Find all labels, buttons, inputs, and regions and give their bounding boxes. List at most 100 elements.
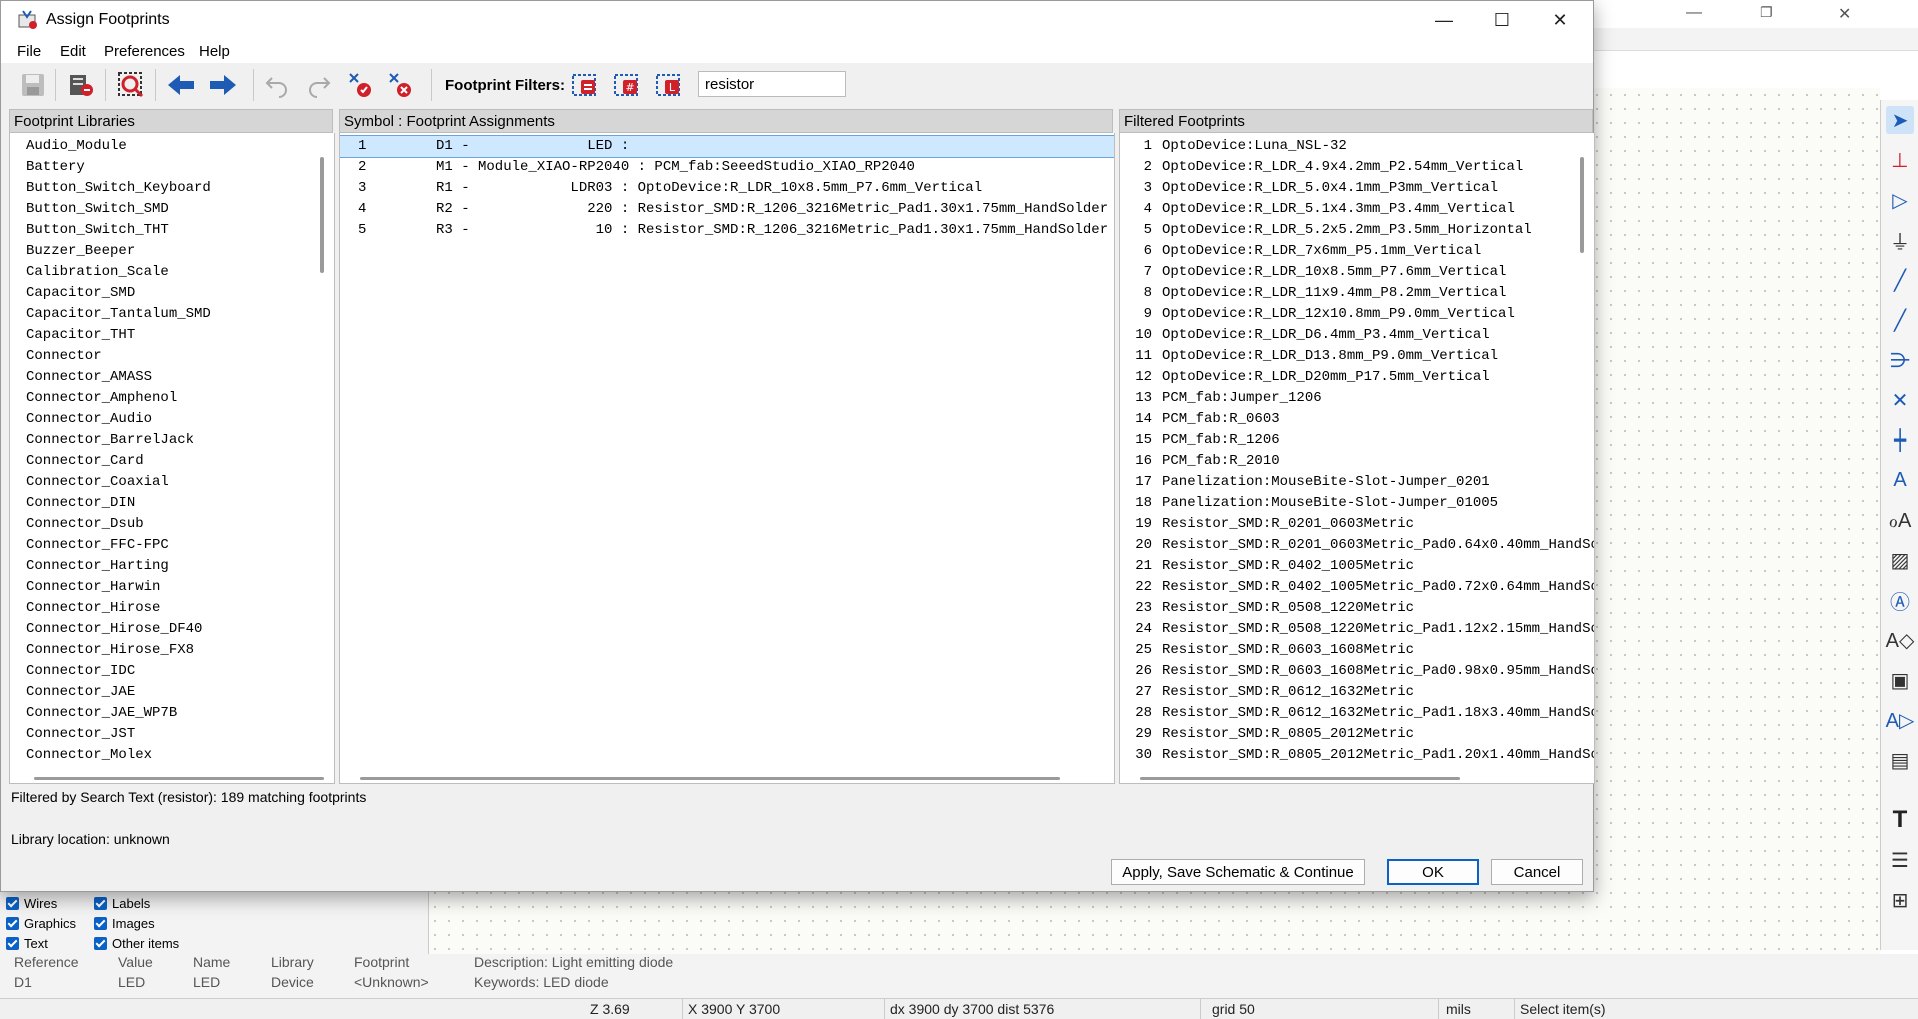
menu-edit[interactable]: Edit [60,43,86,60]
filtered-footprint-item[interactable]: 3 OptoDevice:R_LDR_5.0x4.1mm_P3mm_Vertica… [1120,178,1594,199]
libraries-list[interactable]: Audio_Module Battery Button_Switch_Keyboar… [9,133,335,784]
undo-icon[interactable] [261,69,293,101]
libraries-vertical-scrollbar[interactable] [320,157,324,273]
filtered-footprint-item[interactable]: 27 Resistor_SMD:R_0612_1632Metric [1120,682,1594,703]
filtered-footprint-item[interactable]: 15 PCM_fab:R_1206 [1120,430,1594,451]
library-item[interactable]: Connector_BarrelJack [26,430,194,451]
library-item[interactable]: Connector_JAE_WP7B [26,703,177,724]
library-item[interactable]: Button_Switch_THT [26,220,169,241]
sheet-pin-icon[interactable]: A▷ [1886,706,1915,734]
assignment-row[interactable]: 5 R3 - 10 : Resistor_SMD:R_1206_3216Metri… [340,220,1114,241]
library-item[interactable]: Connector_Hirose_DF40 [26,619,202,640]
dialog-minimize-button[interactable]: — [1421,5,1467,35]
filtered-footprint-item[interactable]: 4 OptoDevice:R_LDR_5.1x4.3mm_P3.4mm_Verti… [1120,199,1594,220]
view-symbol-lib-icon[interactable] [65,69,97,101]
text-box-icon[interactable]: ☰ [1886,846,1914,874]
add-power-icon[interactable]: ⏚ [1886,226,1914,254]
filtered-footprints-list[interactable]: 1 OptoDevice:Luna_NSL-32 2 OptoDevice:R_LDR… [1119,133,1595,784]
net-class-icon[interactable]: ℴA [1886,506,1914,534]
add-text-icon[interactable]: T [1886,806,1914,834]
filtered-footprint-item[interactable]: 24 Resistor_SMD:R_0508_1220Metric_Pad1.12… [1120,619,1594,640]
filter-other-items-checkbox[interactable]: Other items [94,936,179,951]
select-arrow-icon[interactable]: ➤ [1886,106,1914,134]
assignment-row[interactable]: 3 R1 - LDR03 : OptoDevice:R_LDR_10x8.5mm_… [340,178,1114,199]
filtered-footprint-item[interactable]: 20 Resistor_SMD:R_0201_0603Metric_Pad0.64… [1120,535,1594,556]
libraries-horizontal-scrollbar[interactable] [34,777,324,780]
dialog-close-button[interactable]: ✕ [1537,5,1583,35]
dialog-maximize-button[interactable]: ☐ [1479,5,1525,35]
library-item[interactable]: Capacitor_SMD [26,283,135,304]
filtered-footprint-item[interactable]: 10 OptoDevice:R_LDR_D6.4mm_P3.4mm_Vertica… [1120,325,1594,346]
junction-icon[interactable]: ┿ [1886,426,1914,454]
assignments-list[interactable]: 1 D1 - LED : 2 M1 - Module_XIAO-RP2040 : PC… [339,133,1115,784]
library-item[interactable]: Calibration_Scale [26,262,169,283]
apply-save-continue-button[interactable]: Apply, Save Schematic & Continue [1111,859,1365,885]
filtered-footprint-item[interactable]: 14 PCM_fab:R_0603 [1120,409,1594,430]
filtered-footprint-item[interactable]: 19 Resistor_SMD:R_0201_0603Metric [1120,514,1594,535]
filtered-footprint-item[interactable]: 17 Panelization:MouseBite-Slot-Jumper_020… [1120,472,1594,493]
library-item[interactable]: Connector_FFC-FPC [26,535,169,556]
filtered-horizontal-scrollbar[interactable] [1140,777,1460,780]
global-label-icon[interactable]: Ⓐ [1886,586,1914,614]
filtered-footprint-item[interactable]: 13 PCM_fab:Jumper_1206 [1120,388,1594,409]
library-item[interactable]: Capacitor_Tantalum_SMD [26,304,211,325]
filtered-footprint-item[interactable]: 5 OptoDevice:R_LDR_5.2x5.2mm_P3.5mm_Horiz… [1120,220,1594,241]
filtered-footprint-item[interactable]: 30 Resistor_SMD:R_0805_2012Metric_Pad1.20… [1120,745,1594,766]
filtered-footprint-item[interactable]: 26 Resistor_SMD:R_0603_1608Metric_Pad0.98… [1120,661,1594,682]
library-item[interactable]: Audio_Module [26,136,127,157]
menu-help[interactable]: Help [199,43,230,60]
library-item[interactable]: Connector_Harwin [26,577,160,598]
add-label-icon[interactable]: A [1886,466,1914,494]
hier-sheet-icon[interactable]: ▣ [1886,666,1914,694]
filtered-footprint-item[interactable]: 23 Resistor_SMD:R_0508_1220Metric [1120,598,1594,619]
highlight-net-icon[interactable]: ⊥ [1886,146,1914,174]
library-item[interactable]: Connector_Molex [26,745,152,766]
auto-associate-icon[interactable] [345,69,377,101]
import-pin-icon[interactable]: ▤ [1886,746,1914,774]
filtered-footprint-item[interactable]: 11 OptoDevice:R_LDR_D13.8mm_P9.0mm_Vertic… [1120,346,1594,367]
filter-wires-checkbox[interactable]: Wires [6,896,57,911]
filtered-footprint-item[interactable]: 29 Resistor_SMD:R_0805_2012Metric [1120,724,1594,745]
next-unassigned-icon[interactable] [207,69,239,101]
filter-labels-checkbox[interactable]: Labels [94,896,150,911]
redo-icon[interactable] [303,69,335,101]
library-item[interactable]: Connector_JST [26,724,135,745]
assignments-horizontal-scrollbar[interactable] [360,777,1060,780]
footprint-search-input[interactable] [698,71,846,97]
library-item[interactable]: Connector_Harting [26,556,169,577]
library-item[interactable]: Connector_Audio [26,409,152,430]
ok-button[interactable]: OK [1387,859,1479,885]
library-item[interactable]: Battery [26,157,85,178]
previous-unassigned-icon[interactable] [165,69,197,101]
assignment-row[interactable]: 1 D1 - LED : [340,135,1114,158]
no-connect-icon[interactable]: ✕ [1886,386,1914,414]
view-footprint-icon[interactable] [115,69,147,101]
library-item[interactable]: Connector_Amphenol [26,388,177,409]
filtered-footprint-item[interactable]: 18 Panelization:MouseBite-Slot-Jumper_010… [1120,493,1594,514]
filtered-footprint-item[interactable]: 12 OptoDevice:R_LDR_D20mm_P17.5mm_Vertica… [1120,367,1594,388]
filtered-footprint-item[interactable]: 1 OptoDevice:Luna_NSL-32 [1120,136,1594,157]
rule-area-icon[interactable]: ▨ [1886,546,1914,574]
filtered-footprint-item[interactable]: 21 Resistor_SMD:R_0402_1005Metric [1120,556,1594,577]
menu-preferences[interactable]: Preferences [104,43,185,60]
menu-file[interactable]: File [17,43,41,60]
library-item[interactable]: Connector_AMASS [26,367,152,388]
add-bus-icon[interactable]: ╱ [1886,306,1914,334]
hier-label-icon[interactable]: A◇ [1886,626,1915,654]
library-item[interactable]: Connector [26,346,102,367]
filtered-footprint-item[interactable]: 16 PCM_fab:R_2010 [1120,451,1594,472]
library-item[interactable]: Connector_Dsub [26,514,144,535]
filtered-footprint-item[interactable]: 22 Resistor_SMD:R_0402_1005Metric_Pad0.72… [1120,577,1594,598]
filter-images-checkbox[interactable]: Images [94,916,155,931]
filtered-footprint-item[interactable]: 25 Resistor_SMD:R_0603_1608Metric [1120,640,1594,661]
filtered-footprint-item[interactable]: 28 Resistor_SMD:R_0612_1632Metric_Pad1.18… [1120,703,1594,724]
library-item[interactable]: Connector_JAE [26,682,135,703]
delete-associations-icon[interactable] [385,69,417,101]
assignment-row[interactable]: 4 R2 - 220 : Resistor_SMD:R_1206_3216Metr… [340,199,1114,220]
cancel-button[interactable]: Cancel [1491,859,1583,885]
main-restore-button[interactable]: ❐ [1760,4,1773,21]
library-item[interactable]: Connector_DIN [26,493,135,514]
filtered-footprint-item[interactable]: 2 OptoDevice:R_LDR_4.9x4.2mm_P2.54mm_Vert… [1120,157,1594,178]
save-icon[interactable] [17,69,49,101]
library-item[interactable]: Capacitor_THT [26,325,135,346]
